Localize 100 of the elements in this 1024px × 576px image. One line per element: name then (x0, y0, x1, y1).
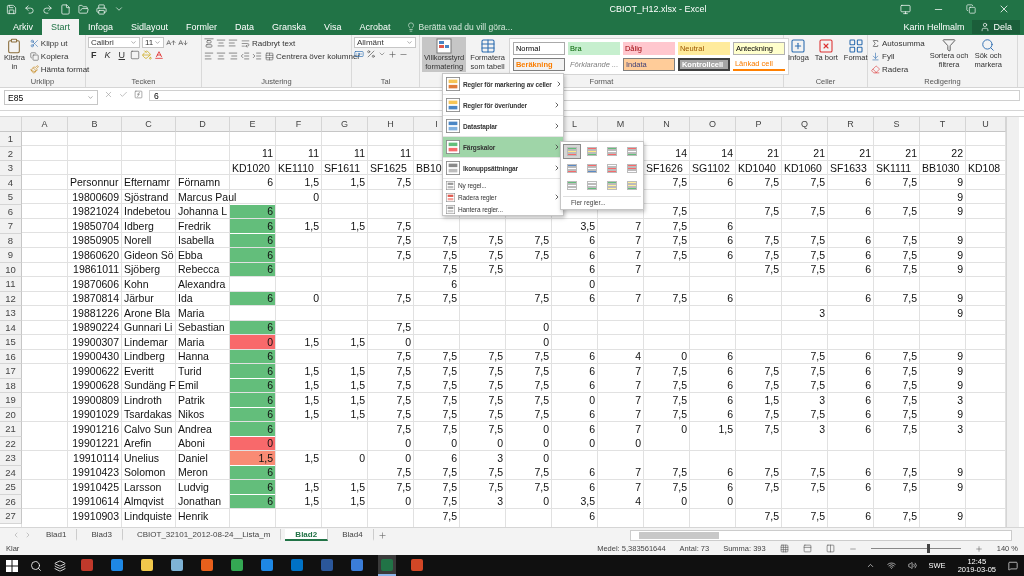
ribbon-tab[interactable]: Start (42, 19, 79, 35)
page-break-icon[interactable] (825, 544, 835, 553)
copy-button[interactable]: Kopiera (28, 50, 91, 62)
percent-icon[interactable] (366, 49, 376, 59)
clear-button[interactable]: Radera (870, 63, 926, 75)
row-header[interactable]: 21 (0, 422, 22, 437)
save-icon[interactable] (6, 3, 17, 15)
shrink-font-icon[interactable] (178, 37, 188, 48)
border-icon[interactable] (130, 50, 140, 60)
caret-icon[interactable] (378, 50, 386, 58)
row-header[interactable]: 25 (0, 480, 22, 495)
fill-color-icon[interactable] (142, 50, 152, 60)
column-header[interactable]: Q (782, 117, 828, 132)
ribbon-tab[interactable]: Acrobat (350, 19, 400, 35)
column-header[interactable]: U (966, 117, 1006, 132)
ribbon-tab[interactable]: Infoga (79, 19, 123, 35)
ribbon-tab[interactable]: Formler (177, 19, 227, 35)
font-name-field[interactable]: Calibri (88, 37, 140, 48)
grow-font-icon[interactable] (166, 37, 176, 48)
row-header[interactable]: 27 (0, 509, 22, 524)
column-header[interactable]: C (122, 117, 176, 132)
normal-view-icon[interactable] (779, 544, 789, 553)
sheet-tab[interactable]: Blad4 (332, 529, 374, 541)
column-header[interactable]: N (644, 117, 690, 132)
tell-me-field[interactable]: Berätta vad du vill göra... (399, 19, 896, 35)
align-left-icon[interactable] (204, 51, 214, 61)
column-header[interactable]: T (920, 117, 966, 132)
page-layout-icon[interactable] (802, 544, 812, 553)
volume-icon[interactable] (907, 561, 917, 570)
undo-icon[interactable] (24, 3, 35, 15)
italic-button[interactable]: K (101, 49, 114, 61)
horizontal-scrollbar[interactable] (630, 529, 1012, 541)
merge-button[interactable]: Centrera över kolumner (264, 50, 362, 62)
ribbon-tab[interactable]: Arkiv (4, 19, 42, 35)
column-header[interactable]: D (176, 117, 230, 132)
function-icon[interactable] (134, 90, 143, 99)
font-color-icon[interactable] (154, 50, 164, 60)
ribbon-tab[interactable]: Visa (315, 19, 351, 35)
column-header[interactable]: M (598, 117, 644, 132)
column-header[interactable]: B (68, 117, 122, 132)
vertical-scrollbar[interactable] (1006, 117, 1019, 527)
share-button[interactable]: Dela (972, 20, 1020, 34)
autosum-button[interactable]: Autosumma (870, 37, 926, 49)
name-box[interactable]: E85 (4, 90, 98, 105)
align-top-icon[interactable] (204, 38, 214, 48)
column-header[interactable]: R (828, 117, 874, 132)
network-icon[interactable] (886, 561, 896, 570)
row-header[interactable]: 9 (0, 248, 22, 263)
taskbar-app[interactable] (378, 555, 396, 576)
tray-caret-icon[interactable] (865, 561, 875, 570)
cancel-icon[interactable] (104, 90, 113, 99)
row-header[interactable]: 17 (0, 364, 22, 379)
zoom-in-icon[interactable] (974, 544, 983, 553)
close-icon[interactable] (998, 3, 1010, 15)
sheet-tab[interactable]: Blad3 (81, 529, 123, 541)
column-header[interactable]: G (322, 117, 368, 132)
redo-icon[interactable] (42, 3, 53, 15)
increase-decimal-icon[interactable] (388, 49, 397, 59)
customize-caret-icon[interactable] (114, 4, 124, 14)
zoom-thumb[interactable] (926, 544, 930, 553)
ribbon-tab[interactable]: Granska (263, 19, 316, 35)
row-header[interactable]: 19 (0, 393, 22, 408)
row-header[interactable]: 23 (0, 451, 22, 466)
windows-logo-icon[interactable] (6, 559, 18, 572)
bold-button[interactable]: F (88, 49, 100, 61)
align-middle-icon[interactable] (216, 38, 226, 48)
restore-icon[interactable] (966, 4, 976, 14)
row-header[interactable]: 15 (0, 335, 22, 350)
column-header[interactable]: H (368, 117, 414, 132)
color-scale-option[interactable] (563, 144, 581, 159)
row-header[interactable]: 11 (0, 277, 22, 292)
column-header[interactable]: A (22, 117, 68, 132)
row-header[interactable]: 5 (0, 190, 22, 205)
row-header[interactable]: 1 (0, 132, 22, 147)
align-center-icon[interactable] (216, 51, 226, 61)
indent-decrease-icon[interactable] (240, 51, 250, 61)
new-file-icon[interactable] (60, 3, 71, 15)
add-sheet-icon[interactable] (377, 530, 387, 540)
ribbon-tab[interactable]: Sidlayout (122, 19, 178, 35)
cut-button[interactable]: Klipp ut (28, 37, 91, 49)
indent-increase-icon[interactable] (252, 51, 262, 61)
row-header[interactable]: 3 (0, 161, 22, 176)
row-header[interactable]: 7 (0, 219, 22, 234)
task-view-icon[interactable] (54, 559, 66, 572)
row-header[interactable]: 13 (0, 306, 22, 321)
ribbon-display-icon[interactable] (900, 3, 911, 15)
column-header[interactable]: P (736, 117, 782, 132)
column-header[interactable]: F (276, 117, 322, 132)
column-header[interactable]: S (874, 117, 920, 132)
font-size-field[interactable]: 11 (142, 37, 164, 48)
sheet-tab[interactable]: CBIOT_32101_2012-08-24__Lista_m (126, 529, 282, 541)
wrap-text-button[interactable]: Radbryt text (240, 37, 297, 49)
sheet-tab[interactable]: Blad2 (285, 529, 329, 541)
format-painter-button[interactable]: Hämta format (28, 63, 91, 75)
notification-icon[interactable] (1008, 560, 1018, 571)
folder-icon[interactable] (78, 3, 89, 15)
column-header[interactable]: E (230, 117, 276, 132)
sheet-tab[interactable]: Blad1 (36, 529, 78, 541)
underline-button[interactable]: U (115, 49, 128, 61)
column-header[interactable]: O (690, 117, 736, 132)
